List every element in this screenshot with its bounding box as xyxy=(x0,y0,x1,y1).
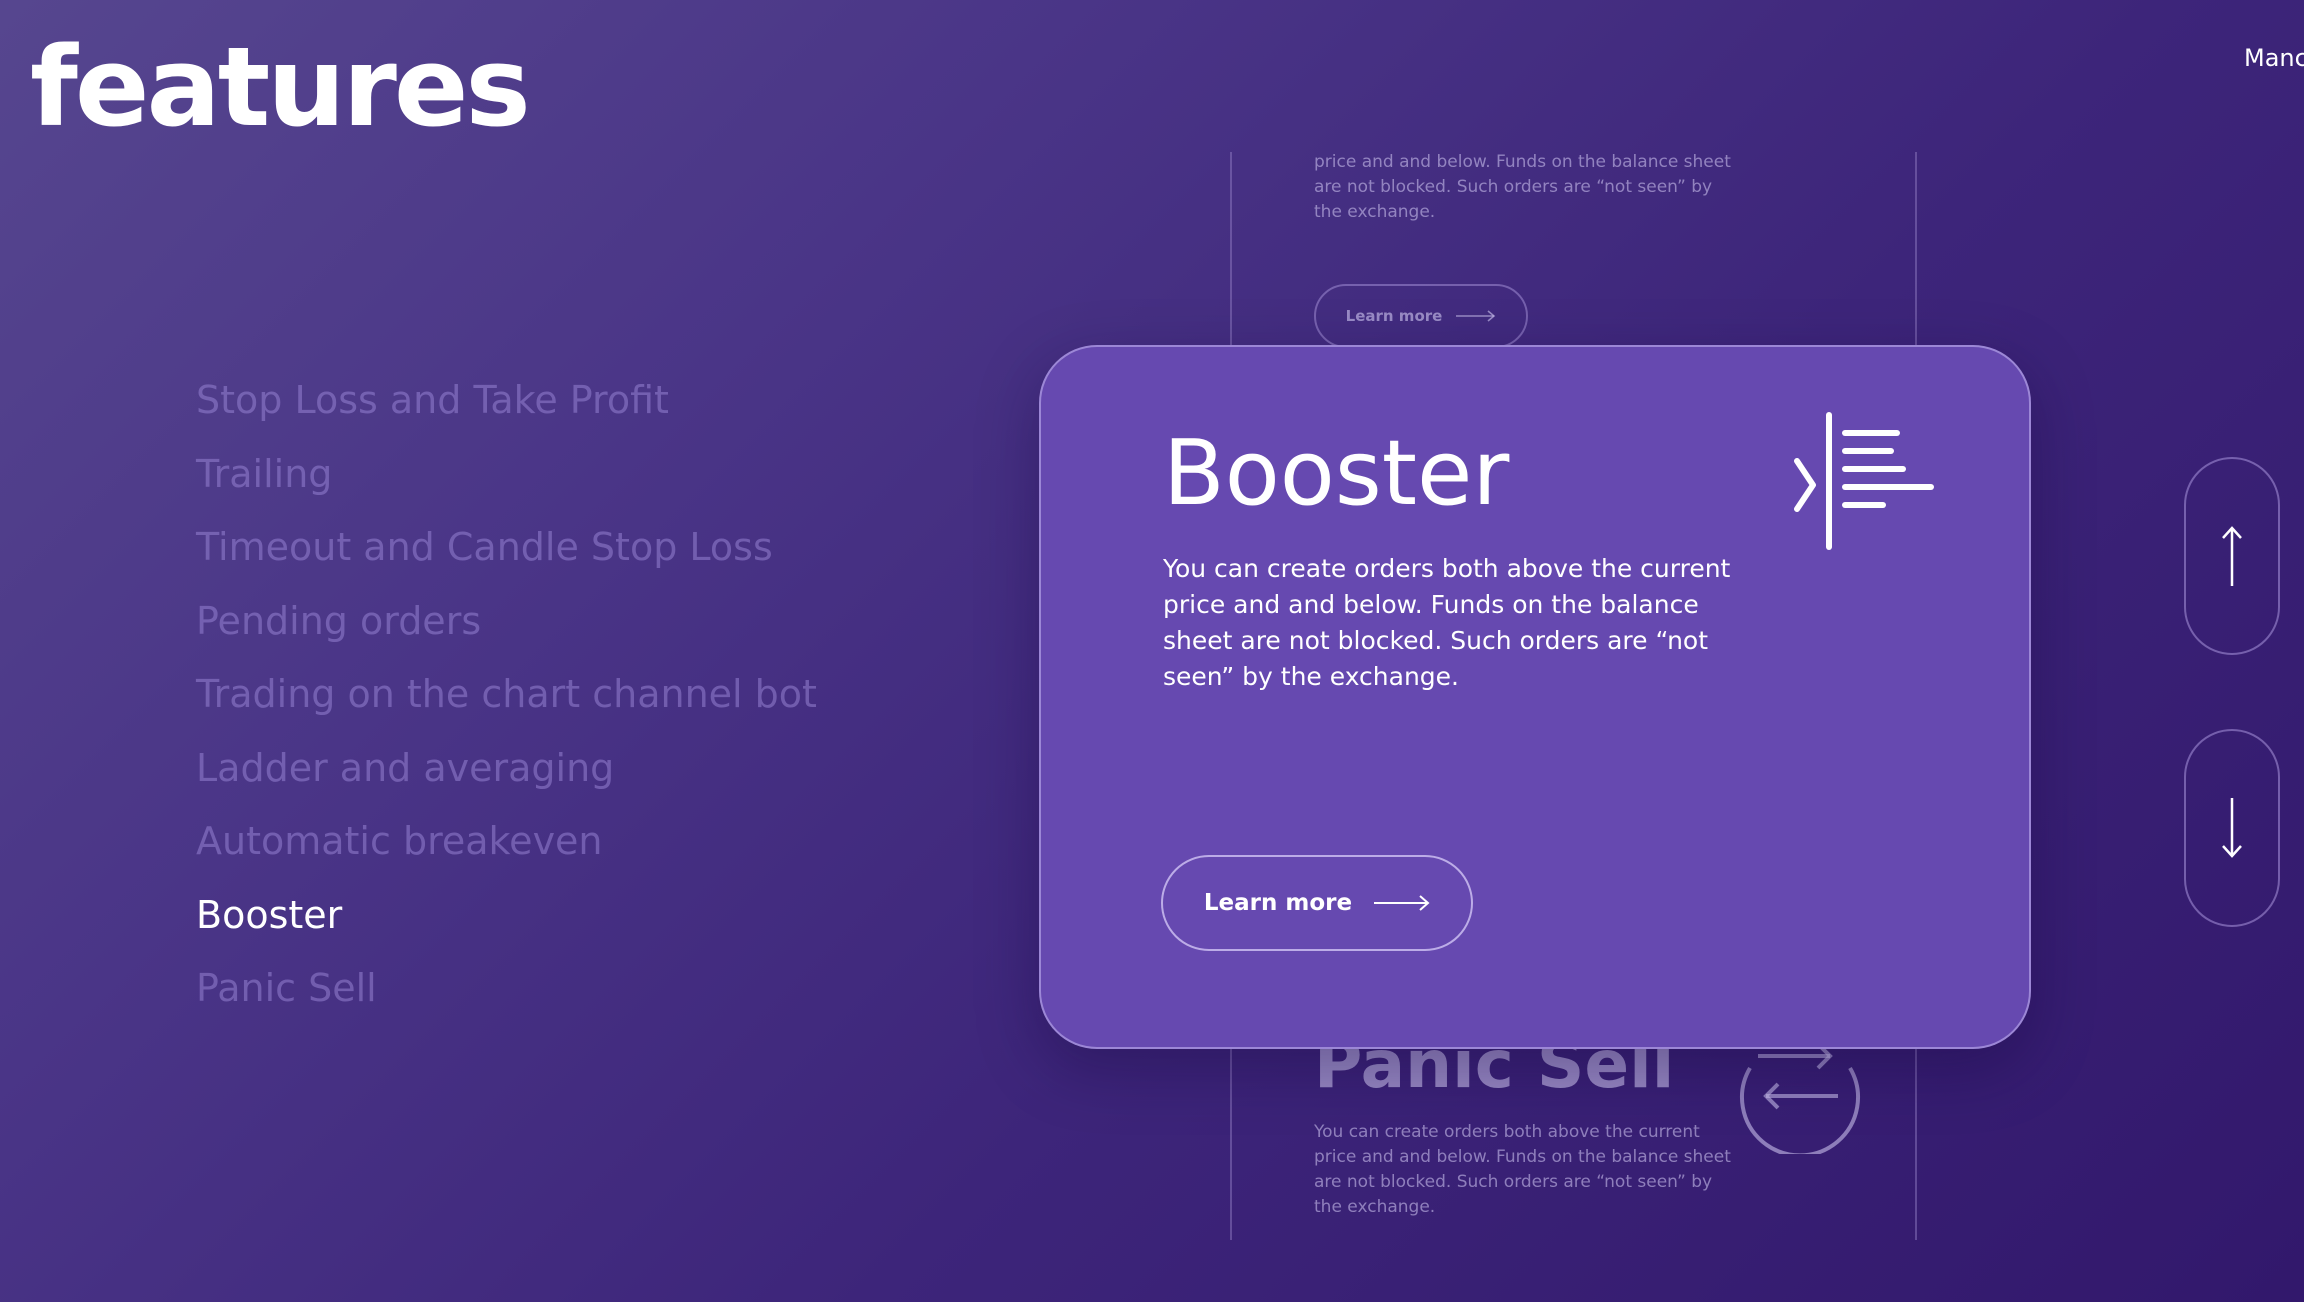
arrow-up-icon xyxy=(2222,526,2242,586)
feature-item-trading-chart-channel-bot[interactable]: Trading on the chart channel bot xyxy=(196,666,817,740)
card-description: You can create orders both above the cur… xyxy=(1163,554,1731,691)
previous-feature-card: price and and below. Funds on the balanc… xyxy=(1314,150,1734,225)
top-right-nav-link[interactable]: Manc xyxy=(2244,44,2304,72)
arrow-right-icon xyxy=(1374,895,1430,911)
feature-item-ladder-averaging[interactable]: Ladder and averaging xyxy=(196,740,817,814)
feature-item-trailing[interactable]: Trailing xyxy=(196,446,817,520)
feature-item-timeout-candle-stop-loss[interactable]: Timeout and Candle Stop Loss xyxy=(196,519,817,593)
feature-item-panic-sell[interactable]: Panic Sell xyxy=(196,960,817,1034)
arrow-right-icon xyxy=(1456,310,1496,322)
learn-more-button[interactable]: Learn more xyxy=(1161,855,1473,951)
previous-card-learn-more-button[interactable]: Learn more xyxy=(1314,284,1528,348)
features-list: Stop Loss and Take Profit Trailing Timeo… xyxy=(196,372,817,1034)
feature-item-automatic-breakeven[interactable]: Automatic breakeven xyxy=(196,813,817,887)
feature-item-pending-orders[interactable]: Pending orders xyxy=(196,593,817,667)
arrow-down-icon xyxy=(2222,798,2242,858)
feature-item-stop-loss-take-profit[interactable]: Stop Loss and Take Profit xyxy=(196,372,817,446)
learn-more-label: Learn more xyxy=(1203,890,1353,916)
previous-card-learn-more-label: Learn more xyxy=(1345,307,1443,325)
booster-icon xyxy=(1794,412,1934,550)
page-title: features xyxy=(30,23,531,151)
next-card-description: You can create orders both above the cur… xyxy=(1314,1122,1731,1217)
feature-item-booster[interactable]: Booster xyxy=(196,887,817,961)
previous-card-button[interactable] xyxy=(2184,457,2280,655)
previous-card-description: price and and below. Funds on the balanc… xyxy=(1314,152,1731,222)
next-card-button[interactable] xyxy=(2184,729,2280,927)
active-feature-card: Booster You can create orders both above… xyxy=(1039,345,2031,1049)
card-title: Booster xyxy=(1163,421,1510,526)
